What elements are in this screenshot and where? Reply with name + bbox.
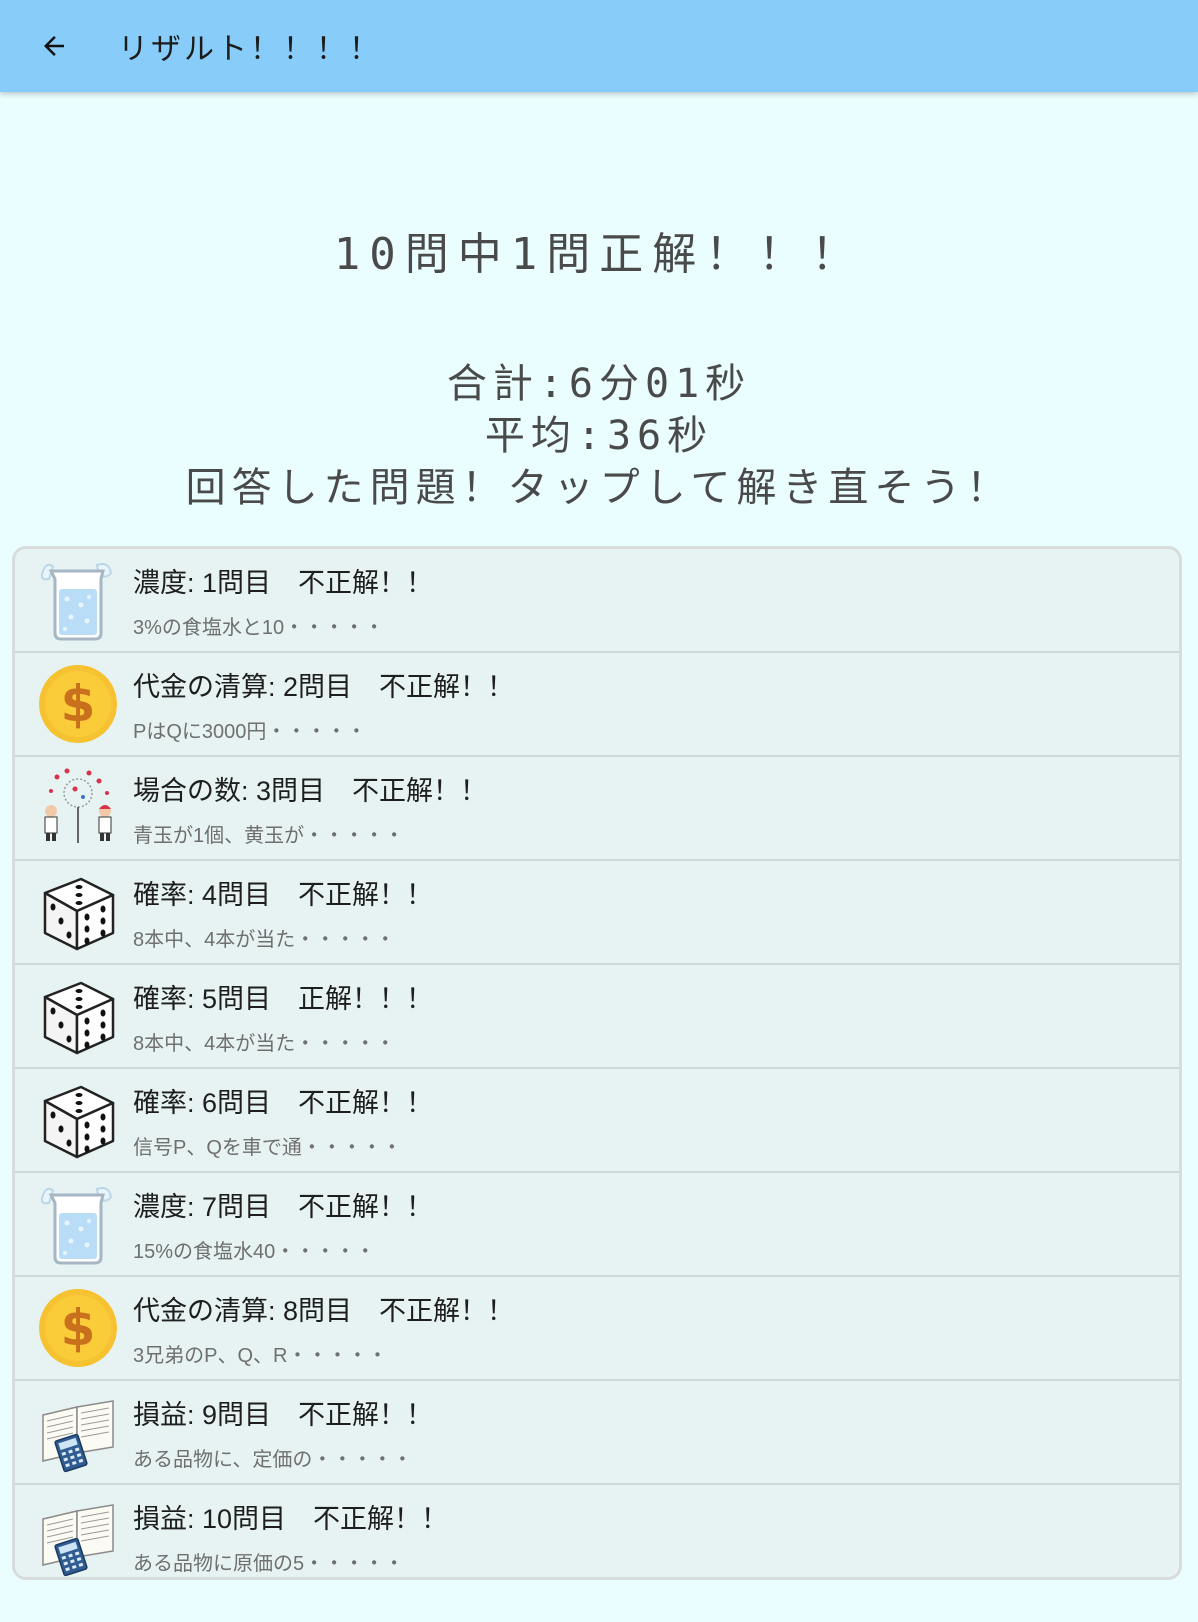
question-title: 確率: 6問目 不正解！！: [133, 1088, 434, 1118]
coin-icon: [37, 1287, 119, 1369]
list-item[interactable]: 代金の清算: 8問目 不正解！！ 3兄弟のP、Q、R・・・・・: [15, 1277, 1179, 1381]
question-title: 場合の数: 3問目 不正解！！: [133, 776, 488, 806]
question-snippet: 青玉が1個、黄玉が・・・・・: [133, 825, 405, 847]
question-snippet: 信号P、Qを車で通・・・・・: [133, 1137, 402, 1159]
question-snippet: PはQに3000円・・・・・: [133, 721, 367, 743]
beaker-icon: [37, 1183, 119, 1265]
question-snippet: 8本中、4本が当た・・・・・: [133, 929, 396, 951]
book-calculator-icon: [37, 1495, 119, 1577]
beaker-icon: [37, 559, 119, 641]
back-button[interactable]: [28, 20, 80, 72]
list-item[interactable]: 濃度: 7問目 不正解！！ 15%の食塩水40・・・・・: [15, 1173, 1179, 1277]
arrow-left-icon: [44, 36, 64, 56]
page-title: リザルト！！！！: [118, 32, 382, 67]
question-title: 代金の清算: 2問目 不正解！！: [133, 672, 515, 702]
average-time: 平均:36秒: [484, 413, 714, 459]
question-list: 濃度: 1問目 不正解！！ 3%の食塩水と10・・・・・代金の清算: 2問目 不正…: [12, 546, 1182, 1580]
total-time: 合計:6分01秒: [446, 361, 752, 407]
question-title: 確率: 4問目 不正解！！: [133, 880, 434, 910]
app-bar: リザルト！！！！: [0, 0, 1198, 92]
dice-icon: [37, 1079, 119, 1161]
list-item[interactable]: 損益: 10問目 不正解！！ ある品物に原価の5・・・・・: [15, 1485, 1179, 1580]
question-title: 損益: 10問目 不正解！！: [133, 1504, 449, 1534]
list-item[interactable]: 損益: 9問目 不正解！！ ある品物に、定価の・・・・・: [15, 1381, 1179, 1485]
list-item[interactable]: 確率: 4問目 不正解！！ 8本中、4本が当た・・・・・: [15, 861, 1179, 965]
question-title: 濃度: 1問目 不正解！！: [133, 568, 434, 598]
lottery-icon: [37, 767, 119, 849]
question-snippet: 3兄弟のP、Q、R・・・・・: [133, 1345, 388, 1367]
question-snippet: ある品物に原価の5・・・・・: [133, 1553, 405, 1575]
dice-icon: [37, 871, 119, 953]
book-calculator-icon: [37, 1391, 119, 1473]
list-item[interactable]: 場合の数: 3問目 不正解！！ 青玉が1個、黄玉が・・・・・: [15, 757, 1179, 861]
question-snippet: ある品物に、定価の・・・・・: [133, 1449, 413, 1471]
score-text: 10問中1問正解！！！: [333, 229, 865, 280]
instruction-text: 回答した問題！タップして解き直そう！: [185, 465, 1013, 511]
question-snippet: 3%の食塩水と10・・・・・: [133, 617, 385, 639]
coin-icon: [37, 663, 119, 745]
list-item[interactable]: 濃度: 1問目 不正解！！ 3%の食塩水と10・・・・・: [15, 549, 1179, 653]
list-item[interactable]: 代金の清算: 2問目 不正解！！ PはQに3000円・・・・・: [15, 653, 1179, 757]
question-title: 代金の清算: 8問目 不正解！！: [133, 1296, 515, 1326]
list-item[interactable]: 確率: 6問目 不正解！！ 信号P、Qを車で通・・・・・: [15, 1069, 1179, 1173]
question-title: 確率: 5問目 正解！！！: [133, 984, 434, 1014]
question-snippet: 15%の食塩水40・・・・・: [133, 1241, 376, 1263]
question-title: 損益: 9問目 不正解！！: [133, 1400, 434, 1430]
question-snippet: 8本中、4本が当た・・・・・: [133, 1033, 396, 1055]
dice-icon: [37, 975, 119, 1057]
list-item[interactable]: 確率: 5問目 正解！！！ 8本中、4本が当た・・・・・: [15, 965, 1179, 1069]
question-title: 濃度: 7問目 不正解！！: [133, 1192, 434, 1222]
stats-block: 合計:6分01秒 平均:36秒 回答した問題！タップして解き直そう！: [0, 358, 1198, 514]
